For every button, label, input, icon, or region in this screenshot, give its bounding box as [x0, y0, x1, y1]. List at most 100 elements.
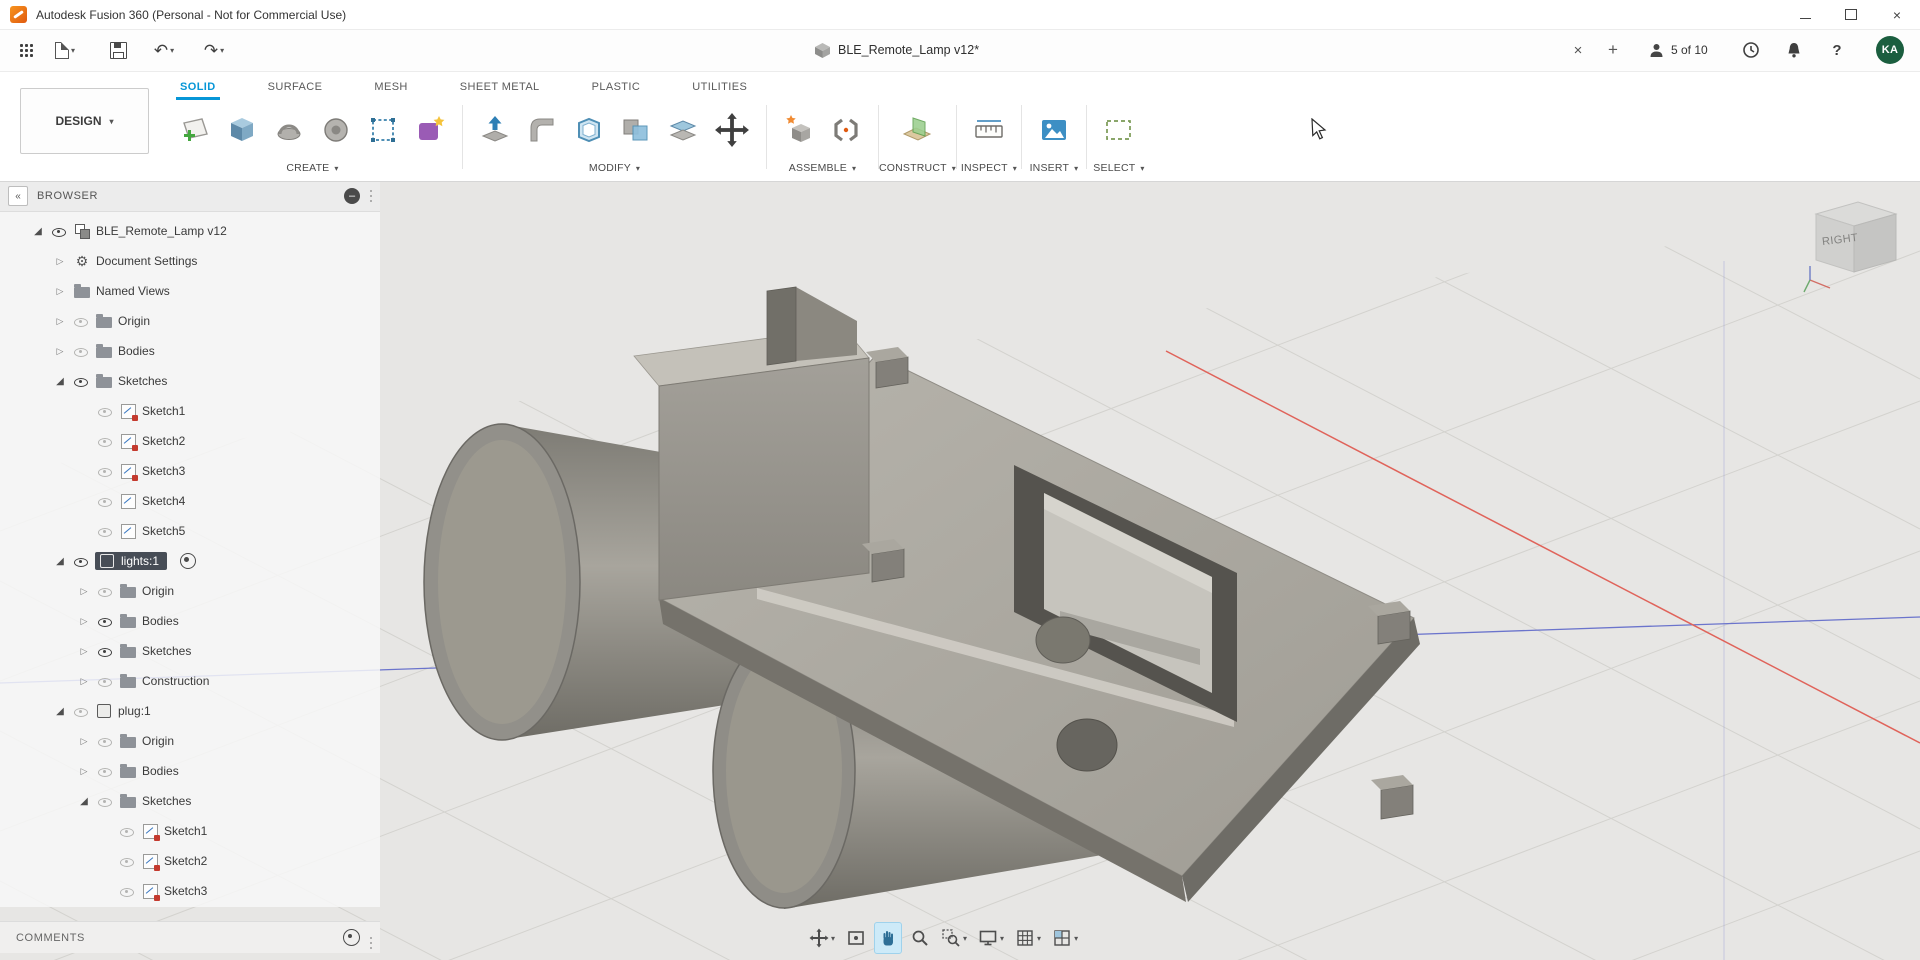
- redo-button[interactable]: ↷ ▾: [196, 35, 232, 65]
- minimize-panel-icon[interactable]: –: [344, 188, 360, 204]
- tree-row-plug-sketches[interactable]: ◢ Sketches: [0, 786, 380, 816]
- offset-face-icon[interactable]: [664, 111, 702, 149]
- expand-arrow-icon[interactable]: ▷: [52, 256, 68, 267]
- tree-row-sketches[interactable]: ◢ Sketches: [0, 366, 380, 396]
- group-label-create[interactable]: CREATE▾: [286, 159, 338, 177]
- expand-arrow-icon[interactable]: ◢: [30, 226, 46, 237]
- expand-arrow-icon[interactable]: ▷: [52, 346, 68, 357]
- tree-row-sketch3[interactable]: Sketch3: [0, 456, 380, 486]
- collapse-panel-icon[interactable]: «: [8, 186, 28, 206]
- undo-button[interactable]: ↶ ▾: [146, 35, 182, 65]
- expand-arrow-icon[interactable]: ▷: [76, 676, 92, 687]
- combine-icon[interactable]: [617, 111, 655, 149]
- eye-visibility-icon[interactable]: [97, 674, 114, 689]
- close-document-tab-button[interactable]: ×: [1565, 37, 1591, 63]
- tree-row-origin[interactable]: ▷ Origin: [0, 306, 380, 336]
- group-label-modify[interactable]: MODIFY▾: [589, 159, 640, 177]
- expand-arrow-icon[interactable]: ◢: [52, 706, 68, 717]
- group-label-insert[interactable]: INSERT▾: [1030, 159, 1079, 177]
- orbit-tool-button[interactable]: ▾: [806, 923, 838, 953]
- user-avatar[interactable]: KA: [1876, 36, 1904, 64]
- move-copy-icon[interactable]: [711, 111, 753, 149]
- file-menu-button[interactable]: ▾: [48, 35, 82, 65]
- tree-row-lights-construction[interactable]: ▷ Construction: [0, 666, 380, 696]
- display-settings-button[interactable]: ▾: [975, 923, 1007, 953]
- eye-visibility-icon[interactable]: [119, 884, 136, 899]
- viewports-button[interactable]: ▾: [1049, 923, 1081, 953]
- panel-drag-handle[interactable]: [370, 937, 372, 939]
- expand-arrow-icon[interactable]: ◢: [76, 796, 92, 807]
- selected-item-highlight[interactable]: lights:1: [95, 552, 167, 570]
- eye-visibility-icon[interactable]: [97, 404, 114, 419]
- tab-utilities[interactable]: UTILITIES: [690, 76, 749, 98]
- measure-icon[interactable]: [970, 111, 1008, 149]
- pan-tool-button[interactable]: [874, 922, 902, 954]
- eye-visibility-icon[interactable]: [51, 224, 68, 239]
- activate-component-radio[interactable]: [180, 553, 196, 569]
- panel-drag-handle[interactable]: [370, 190, 372, 192]
- group-label-construct[interactable]: CONSTRUCT▾: [879, 159, 956, 177]
- document-tab[interactable]: BLE_Remote_Lamp v12*: [800, 29, 993, 71]
- joint-icon[interactable]: [827, 111, 865, 149]
- tab-surface[interactable]: SURFACE: [266, 76, 325, 98]
- tree-row-lights-origin[interactable]: ▷ Origin: [0, 576, 380, 606]
- save-button[interactable]: [104, 35, 132, 65]
- tab-plastic[interactable]: PLASTIC: [590, 76, 643, 98]
- eye-visibility-icon[interactable]: [97, 764, 114, 779]
- tree-row-sketch4[interactable]: Sketch4: [0, 486, 380, 516]
- expand-arrow-icon[interactable]: ▷: [52, 286, 68, 297]
- create-form-icon[interactable]: [411, 111, 449, 149]
- primitive-cylinder-icon[interactable]: [317, 111, 355, 149]
- eye-visibility-icon[interactable]: [97, 434, 114, 449]
- tab-sheet-metal[interactable]: SHEET METAL: [458, 76, 542, 98]
- revolve-icon[interactable]: [270, 111, 308, 149]
- expand-arrow-icon[interactable]: ▷: [76, 616, 92, 627]
- new-component-icon[interactable]: [780, 111, 818, 149]
- 3d-model-lamp-assembly[interactable]: [424, 287, 1420, 909]
- tree-row-plug-sketch1[interactable]: Sketch1: [0, 816, 380, 846]
- minimize-button[interactable]: [1782, 0, 1828, 29]
- view-cube[interactable]: RIGHT: [1800, 198, 1912, 298]
- workspace-selector[interactable]: DESIGN ▾: [20, 88, 149, 154]
- pattern-icon[interactable]: [364, 111, 402, 149]
- expand-arrow-icon[interactable]: ▷: [76, 736, 92, 747]
- eye-visibility-icon[interactable]: [73, 374, 90, 389]
- notifications-button[interactable]: [1781, 37, 1807, 63]
- tree-row-bodies[interactable]: ▷ Bodies: [0, 336, 380, 366]
- app-grid-menu-button[interactable]: [12, 35, 40, 65]
- tree-row-lights-bodies[interactable]: ▷ Bodies: [0, 606, 380, 636]
- eye-visibility-icon[interactable]: [97, 524, 114, 539]
- grid-settings-button[interactable]: ▾: [1012, 923, 1044, 953]
- group-label-inspect[interactable]: INSPECT▾: [961, 159, 1017, 177]
- expand-arrow-icon[interactable]: ◢: [52, 376, 68, 387]
- expand-comments-icon[interactable]: [343, 929, 360, 946]
- eye-visibility-icon[interactable]: [119, 854, 136, 869]
- expand-arrow-icon[interactable]: ▷: [52, 316, 68, 327]
- tree-row-sketch5[interactable]: Sketch5: [0, 516, 380, 546]
- expand-arrow-icon[interactable]: ◢: [52, 556, 68, 567]
- eye-visibility-icon[interactable]: [73, 314, 90, 329]
- eye-visibility-icon[interactable]: [97, 644, 114, 659]
- eye-visibility-icon[interactable]: [97, 614, 114, 629]
- fillet-icon[interactable]: [523, 111, 561, 149]
- extrude-icon[interactable]: [223, 111, 261, 149]
- tree-row-sketch2[interactable]: Sketch2: [0, 426, 380, 456]
- tree-row-lights-component[interactable]: ◢ lights:1: [0, 546, 380, 576]
- tree-row-plug-bodies[interactable]: ▷ Bodies: [0, 756, 380, 786]
- close-button[interactable]: ×: [1874, 0, 1920, 29]
- tree-row-plug-component[interactable]: ◢ plug:1: [0, 696, 380, 726]
- comments-panel[interactable]: COMMENTS: [0, 921, 380, 953]
- tree-row-document-settings[interactable]: ▷ ⚙ Document Settings: [0, 246, 380, 276]
- zoom-window-button[interactable]: ▾: [938, 923, 970, 953]
- tree-row-named-views[interactable]: ▷ Named Views: [0, 276, 380, 306]
- eye-visibility-icon[interactable]: [97, 494, 114, 509]
- shell-icon[interactable]: [570, 111, 608, 149]
- tree-row-plug-sketch2[interactable]: Sketch2: [0, 846, 380, 876]
- eye-visibility-icon[interactable]: [73, 344, 90, 359]
- eye-visibility-icon[interactable]: [97, 794, 114, 809]
- expand-arrow-icon[interactable]: ▷: [76, 646, 92, 657]
- tree-row-lights-sketches[interactable]: ▷ Sketches: [0, 636, 380, 666]
- group-label-assemble[interactable]: ASSEMBLE▾: [789, 159, 856, 177]
- create-sketch-icon[interactable]: [176, 111, 214, 149]
- construction-plane-icon[interactable]: [898, 111, 936, 149]
